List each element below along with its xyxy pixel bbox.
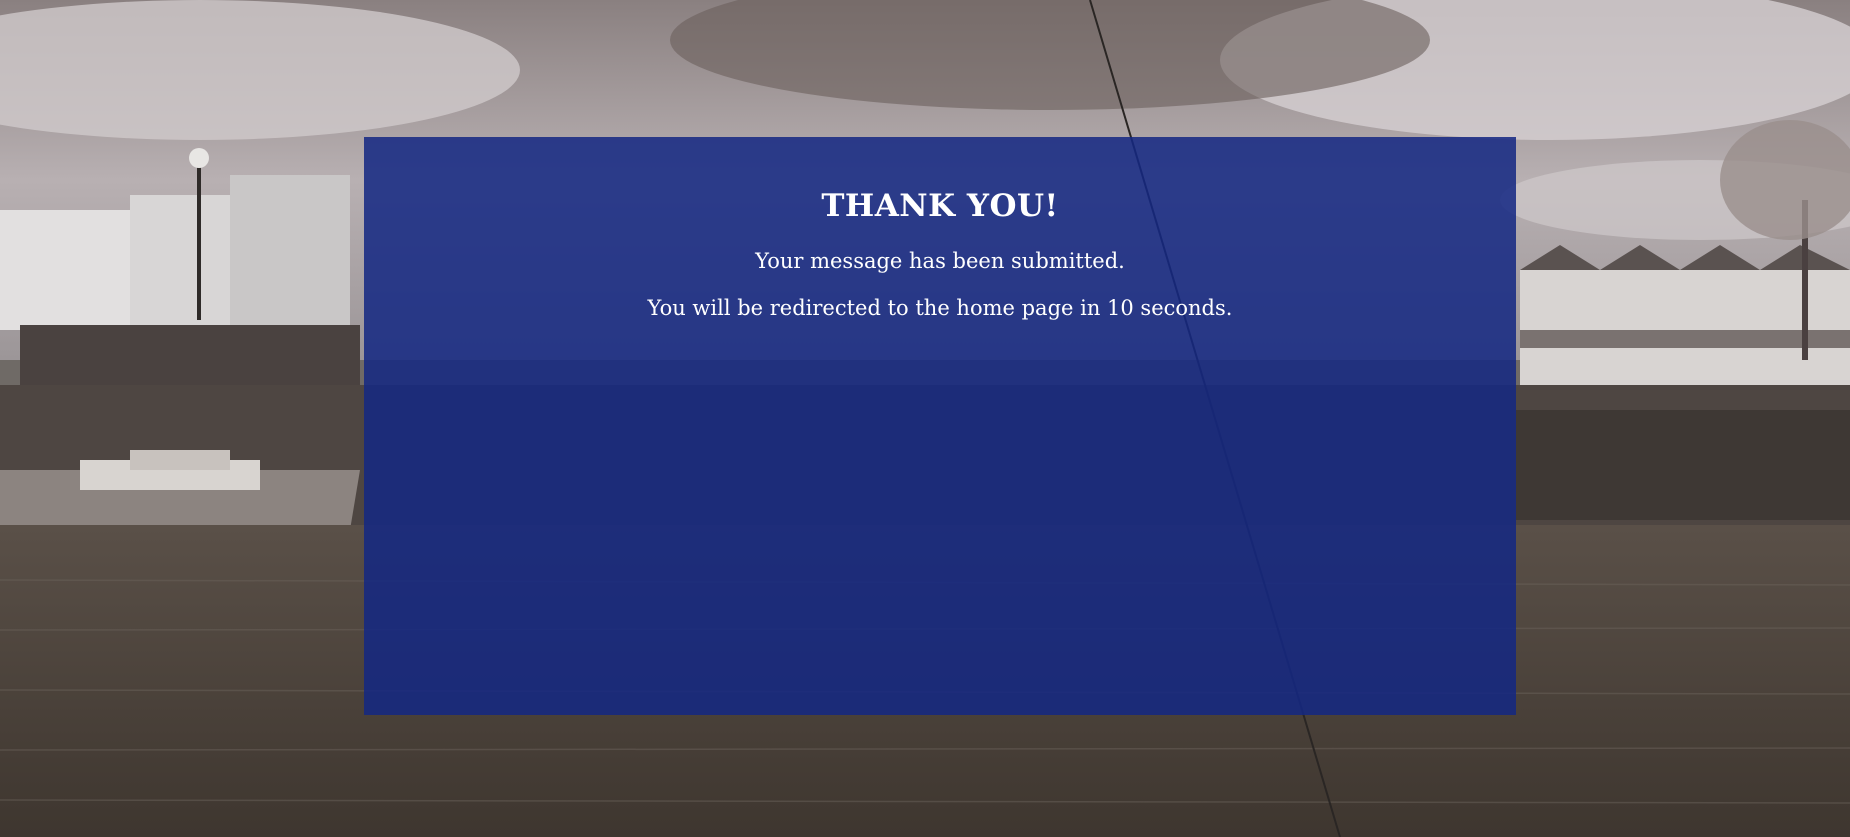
confirmation-panel: THANK YOU! Your message has been submitt…: [364, 137, 1516, 715]
page-background: THANK YOU! Your message has been submitt…: [0, 0, 1850, 837]
redirect-notice: You will be redirected to the home page …: [647, 296, 1233, 320]
confirmation-heading: THANK YOU!: [821, 188, 1059, 224]
submission-message: Your message has been submitted.: [755, 249, 1125, 273]
